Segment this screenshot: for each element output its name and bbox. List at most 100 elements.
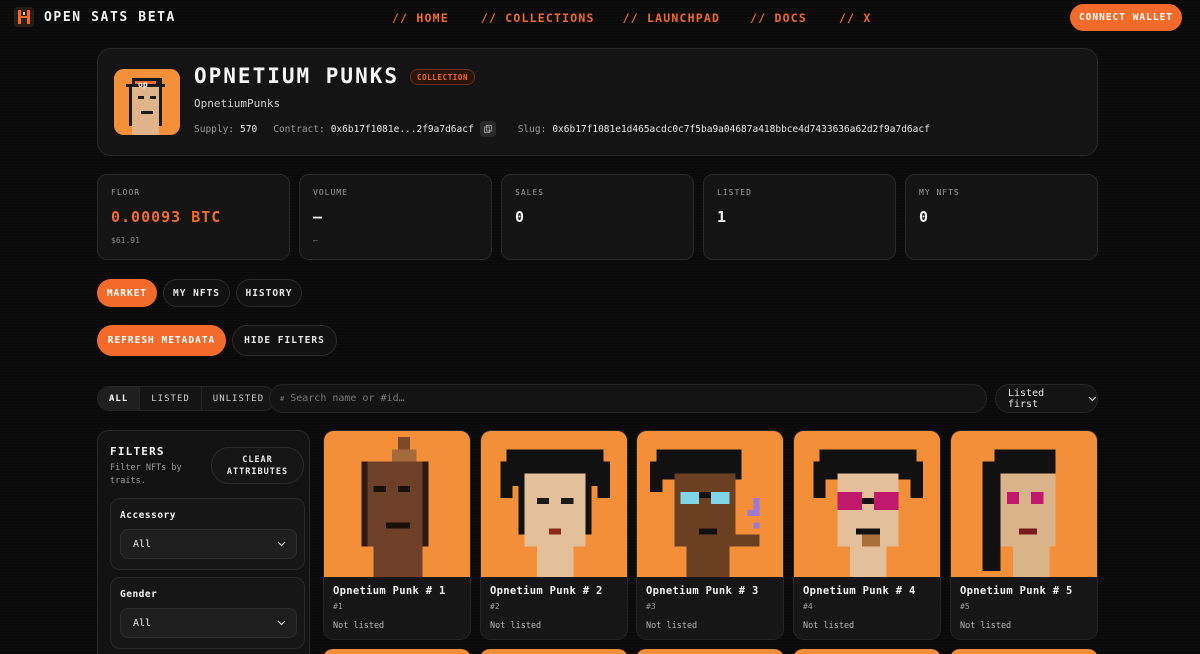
nav-x[interactable]: // X — [839, 11, 872, 25]
chevron-down-icon — [277, 541, 286, 547]
stat-label: FLOOR — [111, 188, 141, 197]
filter-group-label: Accessory — [120, 510, 176, 521]
search-input[interactable] — [290, 393, 951, 404]
stat-sales: SALES 0 — [501, 174, 694, 260]
nft-status: Not listed — [960, 621, 1012, 631]
nft-name: Opnetium Punk # 1 — [333, 585, 446, 597]
nft-status: Not listed — [646, 621, 698, 631]
nft-card[interactable]: Opnetium Punk # 5 #5 Not listed — [950, 430, 1098, 640]
stat-label: SALES — [515, 188, 545, 197]
nft-name: Opnetium Punk # 2 — [490, 585, 603, 597]
nft-id: #3 — [646, 602, 656, 611]
nft-image — [481, 431, 627, 577]
brand[interactable]: OPEN SATS BETA — [14, 7, 176, 27]
gender-select[interactable]: All — [120, 608, 297, 638]
filter-all[interactable]: ALL — [98, 387, 141, 410]
contract-label: Contract: — [273, 123, 325, 135]
accessory-select[interactable]: All — [120, 529, 297, 559]
avatar-text: op — [138, 80, 148, 89]
collection-meta: Supply: 570 Contract: 0x6b17f1081e...2f9… — [194, 121, 930, 137]
supply-label: Supply: — [194, 123, 235, 135]
chevron-down-icon — [1088, 396, 1097, 401]
stat-sub: — — [313, 236, 318, 245]
nft-card[interactable]: Opnetium Punk # 1 #1 Not listed — [323, 430, 471, 640]
tab-my-nfts[interactable]: MY NFTS — [163, 279, 230, 307]
nav-docs[interactable]: // DOCS — [750, 11, 807, 25]
nft-name: Opnetium Punk # 3 — [646, 585, 759, 597]
filter-group-gender: Gender All — [110, 577, 305, 649]
copy-icon[interactable] — [479, 121, 496, 137]
filter-group-label: Gender — [120, 589, 158, 600]
nft-status: Not listed — [490, 621, 542, 631]
nft-id: #2 — [490, 602, 500, 611]
connect-wallet-button[interactable]: CONNECT WALLET — [1070, 4, 1182, 31]
select-value: All — [133, 538, 152, 550]
nav-collections[interactable]: // COLLECTIONS — [481, 11, 595, 25]
slug-value: 0x6b17f1081e1d465acdc0c7f5ba9a04687a418b… — [552, 123, 930, 135]
nav-home[interactable]: // HOME — [392, 11, 449, 25]
nft-name: Opnetium Punk # 5 — [960, 585, 1073, 597]
collection-header-card: op OPNETIUM PUNKS COLLECTION OpnetiumPun… — [97, 48, 1098, 156]
refresh-metadata-button[interactable]: REFRESH METADATA — [97, 325, 226, 356]
stat-value: 0 — [919, 208, 930, 226]
tab-history[interactable]: HISTORY — [236, 279, 302, 307]
nft-card-peek — [323, 649, 471, 654]
nft-status: Not listed — [803, 621, 855, 631]
stat-value: 0 — [515, 208, 526, 226]
nav-launchpad[interactable]: // LAUNCHPAD — [623, 11, 720, 25]
filters-panel: FILTERS Filter NFTs by traits. CLEAR ATT… — [97, 430, 310, 654]
nft-card-peek — [950, 649, 1098, 654]
nft-card[interactable]: Opnetium Punk # 2 #2 Not listed — [480, 430, 628, 640]
nft-name: Opnetium Punk # 4 — [803, 585, 916, 597]
stat-volume: VOLUME — — — [299, 174, 492, 260]
search-box: # — [269, 384, 987, 413]
tab-market[interactable]: MARKET — [97, 279, 157, 307]
hide-filters-button[interactable]: HIDE FILTERS — [232, 325, 337, 356]
nft-id: #5 — [960, 602, 970, 611]
stat-value: — — [313, 208, 324, 226]
collection-avatar: op — [114, 69, 180, 135]
sort-select[interactable]: Listed first — [995, 384, 1098, 413]
chevron-down-icon — [277, 620, 286, 626]
nft-id: #4 — [803, 602, 813, 611]
select-value: All — [133, 617, 152, 629]
slug-label: Slug: — [517, 123, 547, 135]
supply-value: 570 — [240, 123, 258, 135]
stat-sub: $61.91 — [111, 236, 140, 245]
collection-title: OPNETIUM PUNKS — [194, 64, 400, 88]
stat-label: MY NFTS — [919, 188, 960, 197]
filter-group-accessory: Accessory All — [110, 498, 305, 570]
collection-badge: COLLECTION — [410, 69, 476, 85]
nft-id: #1 — [333, 602, 343, 611]
stat-value: 1 — [717, 208, 728, 226]
nft-image — [951, 431, 1097, 577]
contract-value: 0x6b17f1081e...2f9a7d6acf — [330, 123, 474, 135]
stat-label: LISTED — [717, 188, 752, 197]
main-nav: // HOME // COLLECTIONS // LAUNCHPAD // D… — [392, 11, 901, 25]
nft-image — [324, 431, 470, 577]
nft-card-peek — [793, 649, 941, 654]
nft-card-peek — [480, 649, 628, 654]
nft-card[interactable]: Opnetium Punk # 3 #3 Not listed — [636, 430, 784, 640]
stat-label: VOLUME — [313, 188, 348, 197]
clear-attributes-button[interactable]: CLEAR ATTRIBUTES — [211, 447, 304, 484]
logo-icon — [14, 7, 34, 27]
brand-name: OPEN SATS BETA — [44, 9, 176, 25]
stat-listed: LISTED 1 — [703, 174, 896, 260]
nft-image — [637, 431, 783, 577]
top-nav-bar: OPEN SATS BETA // HOME // COLLECTIONS //… — [0, 0, 1200, 36]
nft-image — [794, 431, 940, 577]
stat-floor: FLOOR 0.00093 BTC $61.91 — [97, 174, 290, 260]
filter-unlisted[interactable]: UNLISTED — [202, 387, 275, 410]
nft-card[interactable]: Opnetium Punk # 4 #4 Not listed — [793, 430, 941, 640]
sort-value: Listed first — [1008, 387, 1045, 410]
stat-my-nfts: MY NFTS 0 — [905, 174, 1098, 260]
nft-status: Not listed — [333, 621, 385, 631]
collection-subtitle: OpnetiumPunks — [194, 97, 281, 110]
listing-filter-segment: ALL LISTED UNLISTED — [97, 386, 277, 411]
stat-value: 0.00093 BTC — [111, 208, 222, 226]
filters-description: Filter NFTs by traits. — [110, 463, 182, 486]
filter-listed[interactable]: LISTED — [140, 387, 202, 410]
nft-card-peek — [636, 649, 784, 654]
filters-title: FILTERS — [110, 445, 165, 458]
